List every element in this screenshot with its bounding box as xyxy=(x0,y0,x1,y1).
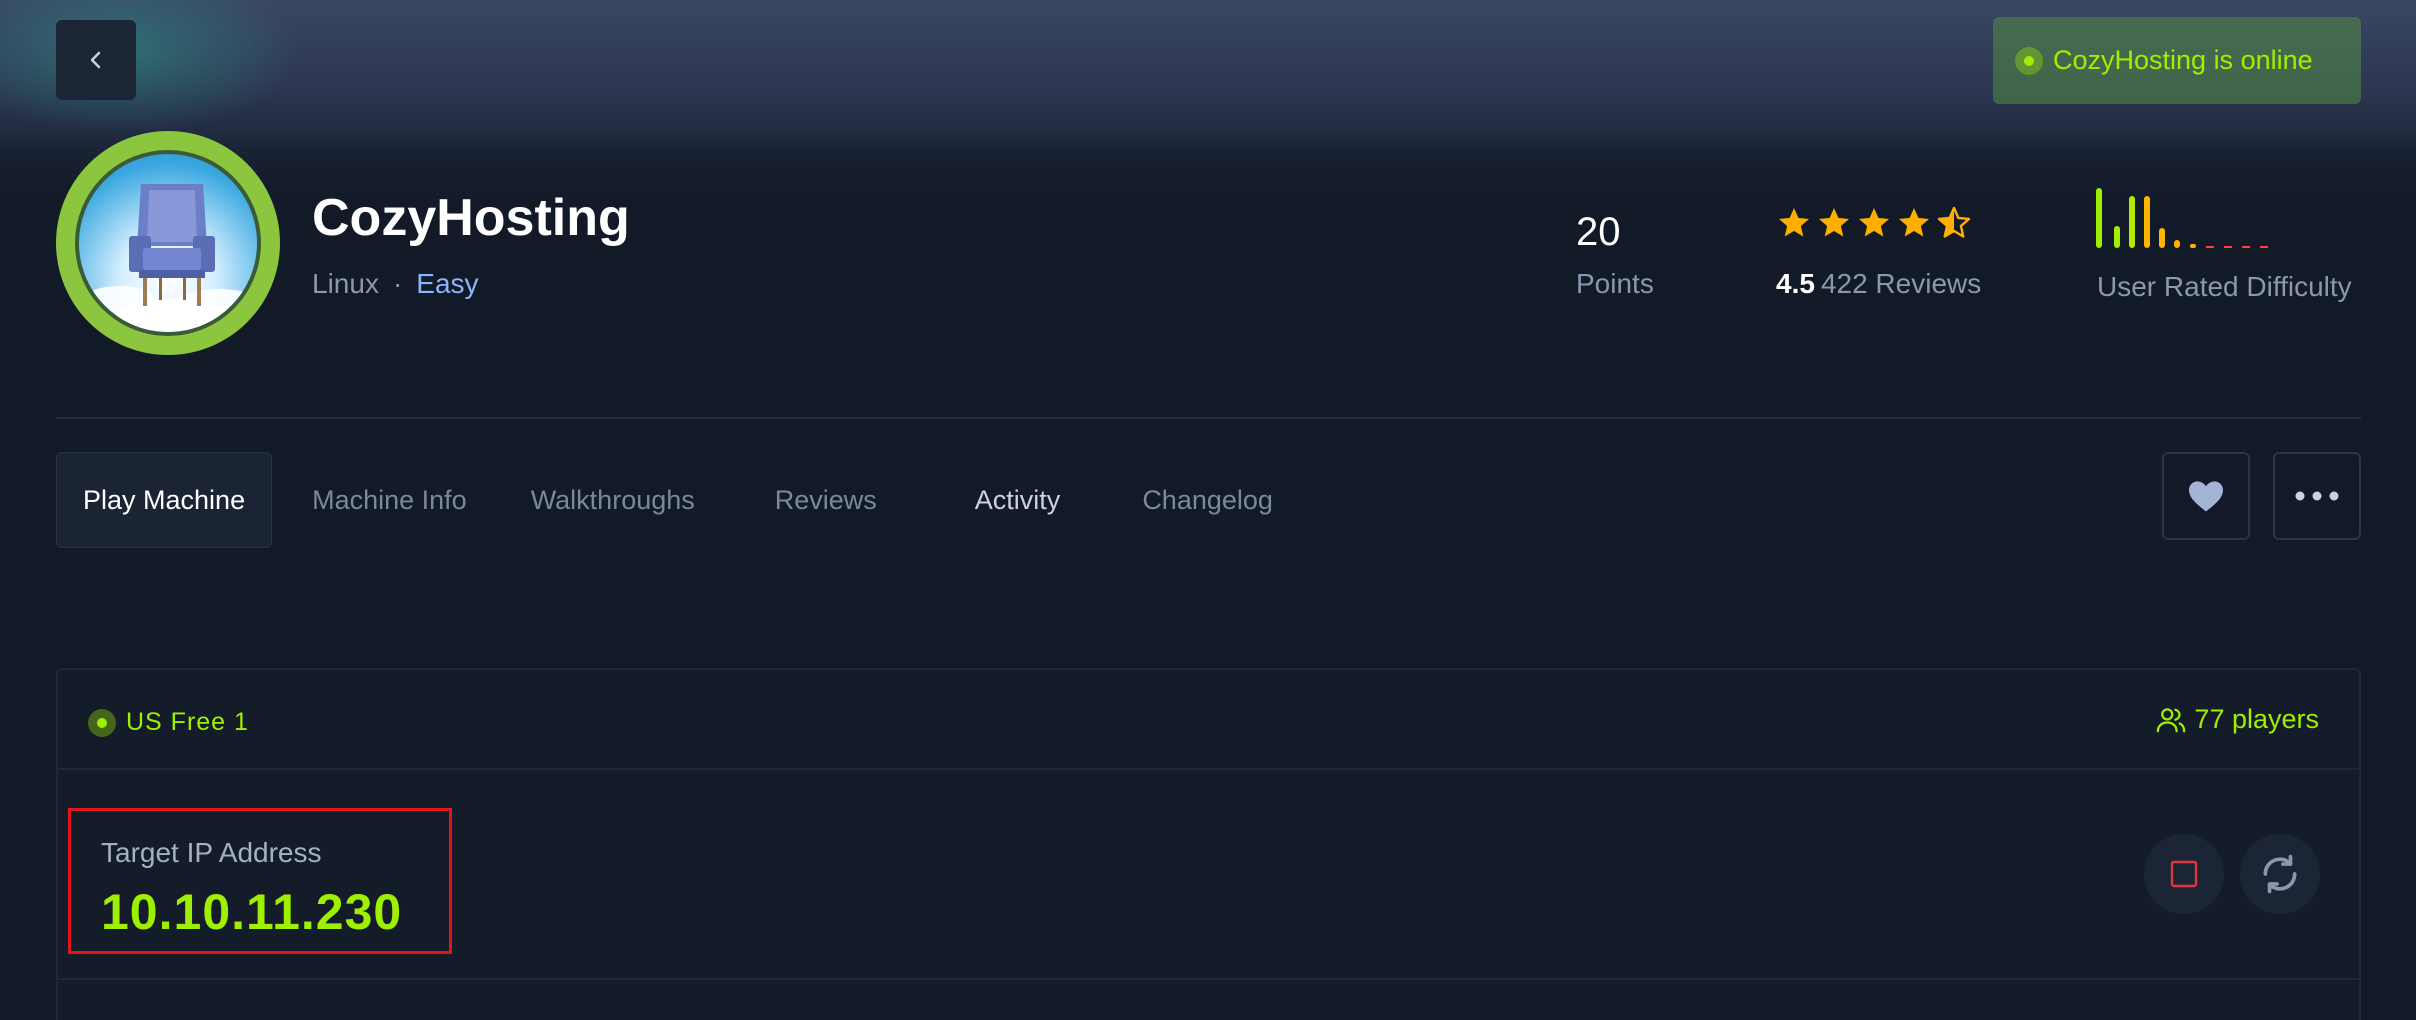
difficulty-label: User Rated Difficulty xyxy=(2097,271,2352,302)
star-icon xyxy=(1779,208,1809,237)
more-horizontal-icon xyxy=(2295,491,2339,501)
target-ip-box: Target IP Address 10.10.11.230 xyxy=(68,808,452,954)
armchair-icon xyxy=(79,184,257,332)
machine-title: CozyHosting xyxy=(312,189,630,247)
reset-machine-button[interactable] xyxy=(2240,834,2320,914)
machine-status-badge: CozyHosting is online xyxy=(1993,17,2361,104)
machine-difficulty: Easy xyxy=(416,268,479,299)
target-ip-label: Target IP Address xyxy=(101,837,322,868)
star-icon xyxy=(1859,208,1889,237)
refresh-icon xyxy=(2263,854,2297,894)
points-label: Points xyxy=(1576,268,1654,299)
back-button[interactable] xyxy=(56,20,136,100)
favorite-button[interactable] xyxy=(2162,452,2250,540)
difficulty-chart xyxy=(2096,188,2268,248)
machine-tabs: Play Machine Machine Info Walkthroughs R… xyxy=(56,452,1273,548)
server-indicator: US Free 1 xyxy=(88,708,249,737)
tab-activity[interactable]: Activity xyxy=(975,452,1061,548)
server-status-icon xyxy=(88,708,116,737)
points-value: 20 xyxy=(1576,210,1621,254)
heart-icon xyxy=(2189,481,2223,512)
server-name: US Free 1 xyxy=(126,708,249,736)
stop-icon xyxy=(2170,860,2198,888)
more-button[interactable] xyxy=(2273,452,2361,540)
tab-walkthroughs[interactable]: Walkthroughs xyxy=(531,452,695,548)
star-icon xyxy=(1819,208,1849,237)
rating-stars xyxy=(1776,205,1972,241)
tab-changelog[interactable]: Changelog xyxy=(1142,452,1273,548)
star-icon xyxy=(1899,208,1929,237)
tab-machine-info[interactable]: Machine Info xyxy=(312,452,467,548)
machine-meta: Linux · Easy xyxy=(312,268,479,300)
players-count: 77 players xyxy=(2156,704,2319,735)
status-dot-icon xyxy=(2015,46,2043,75)
reviews-count: 422 Reviews xyxy=(1820,268,1982,299)
users-icon xyxy=(2157,707,2186,732)
chevron-left-icon xyxy=(90,51,101,69)
tab-play-machine[interactable]: Play Machine xyxy=(56,452,273,548)
meta-separator: · xyxy=(392,268,403,299)
stop-machine-button[interactable] xyxy=(2144,834,2224,914)
status-text: CozyHosting is online xyxy=(2053,45,2313,75)
machine-panel: US Free 1 77 players Target IP Address 1… xyxy=(56,668,2361,1020)
header-divider xyxy=(56,417,2361,419)
machine-avatar xyxy=(56,131,280,355)
panel-divider-bottom xyxy=(58,978,2359,980)
rating-value: 4.5 xyxy=(1776,268,1815,299)
panel-divider xyxy=(58,768,2359,770)
players-text: 77 players xyxy=(2194,704,2319,734)
target-ip-value[interactable]: 10.10.11.230 xyxy=(101,883,402,941)
half-star-icon xyxy=(1937,206,1971,238)
tab-reviews[interactable]: Reviews xyxy=(775,452,877,548)
rating-line: 4.5 422 Reviews xyxy=(1776,268,1981,300)
machine-os: Linux xyxy=(312,268,379,299)
